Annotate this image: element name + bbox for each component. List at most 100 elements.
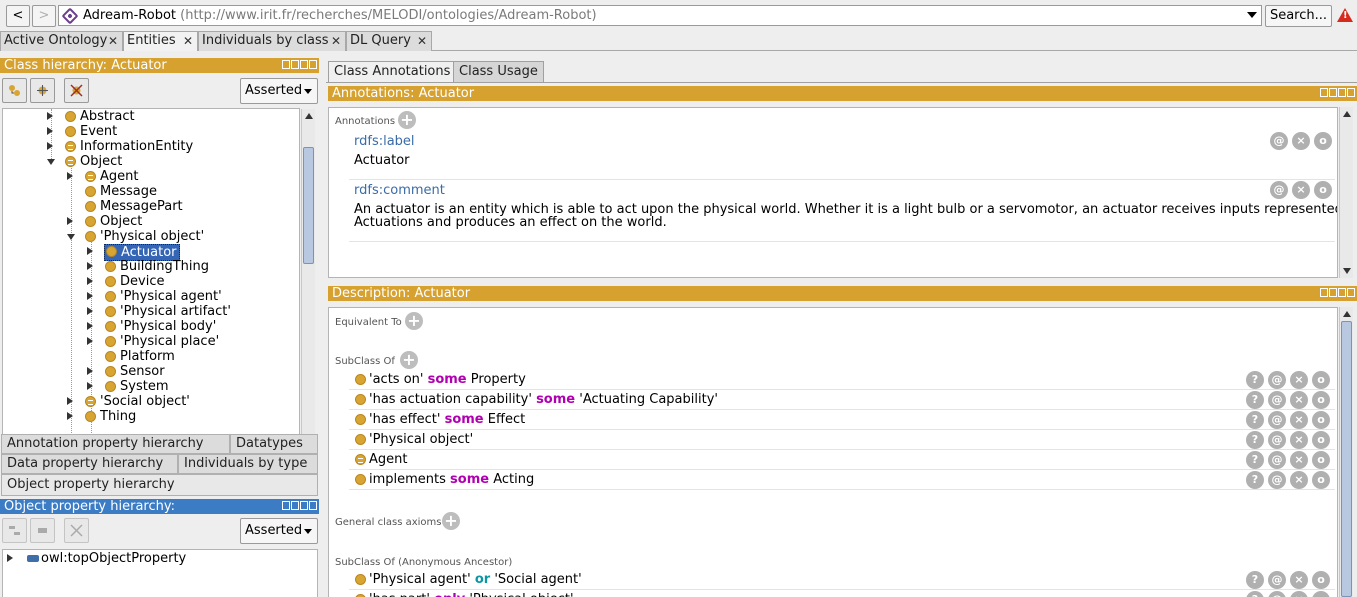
view-controls[interactable]	[282, 501, 317, 512]
annotations-scrollbar[interactable]	[1339, 107, 1353, 278]
description-scrollbar[interactable]	[1339, 307, 1353, 597]
scroll-up-icon[interactable]	[1343, 311, 1351, 317]
edit-icon[interactable]: o	[1312, 391, 1330, 409]
chevron-down-icon[interactable]	[1247, 12, 1257, 18]
axiom-row[interactable]: 'Physical agent' or 'Social agent'? @ × o	[329, 570, 1337, 590]
tab-class-usage[interactable]: Class Usage	[453, 61, 544, 82]
edit-icon[interactable]: o	[1314, 181, 1332, 199]
edit-icon[interactable]: o	[1312, 411, 1330, 429]
delete-icon[interactable]: ×	[1290, 451, 1308, 469]
explain-icon[interactable]: ?	[1246, 471, 1264, 489]
delete-property-button[interactable]	[64, 518, 89, 543]
tab-class-annotations[interactable]: Class Annotations	[328, 61, 457, 82]
tab-individuals-by-type[interactable]: Individuals by type	[178, 454, 318, 474]
annotation-property[interactable]: rdfs:label	[354, 134, 415, 149]
delete-icon[interactable]: ×	[1290, 391, 1308, 409]
delete-icon[interactable]: ×	[1290, 411, 1308, 429]
scroll-up-icon[interactable]	[1343, 111, 1351, 117]
defined-class-icon	[65, 141, 76, 152]
view-controls[interactable]	[1320, 288, 1355, 299]
back-button[interactable]: <	[6, 5, 30, 27]
axiom-row[interactable]: 'has part' only 'Physical object'? @ × o	[329, 590, 1337, 597]
object-property-icon	[27, 555, 39, 562]
anonymous-ancestor-label: SubClass Of (Anonymous Ancestor)	[335, 557, 513, 568]
edit-icon[interactable]: o	[1312, 571, 1330, 589]
edit-icon[interactable]: o	[1312, 371, 1330, 389]
hierarchy-mode-select[interactable]: Asserted	[240, 78, 318, 104]
edit-icon[interactable]: o	[1312, 451, 1330, 469]
explain-icon[interactable]: ?	[1246, 431, 1264, 449]
close-icon[interactable]: ✕	[183, 32, 193, 50]
edit-icon[interactable]: o	[1312, 431, 1330, 449]
delete-icon[interactable]: ×	[1290, 371, 1308, 389]
tab-annotation-property-hierarchy[interactable]: Annotation property hierarchy	[1, 434, 230, 454]
explain-icon[interactable]: ?	[1246, 371, 1264, 389]
search-button[interactable]: Search...	[1265, 5, 1332, 27]
add-general-axiom-button[interactable]: +	[442, 512, 460, 530]
annotate-icon[interactable]: @	[1268, 431, 1286, 449]
tree-scrollbar[interactable]	[301, 109, 315, 476]
annotate-icon[interactable]: @	[1268, 411, 1286, 429]
tab-active-ontology[interactable]: Active Ontology ✕	[0, 31, 123, 51]
explain-icon[interactable]: ?	[1246, 451, 1264, 469]
tab-datatypes[interactable]: Datatypes	[230, 434, 318, 454]
annotate-icon[interactable]: @	[1270, 181, 1288, 199]
annotate-icon[interactable]: @	[1268, 471, 1286, 489]
delete-class-button[interactable]	[64, 78, 89, 103]
explain-icon[interactable]: ?	[1246, 591, 1264, 597]
add-subproperty-button[interactable]	[2, 518, 27, 543]
annotation-value: Actuator	[354, 153, 410, 168]
add-superclass-button[interactable]: +	[400, 351, 418, 369]
delete-icon[interactable]: ×	[1292, 132, 1310, 150]
scroll-thumb[interactable]	[303, 147, 314, 264]
delete-icon[interactable]: ×	[1290, 591, 1308, 597]
annotate-icon[interactable]: @	[1268, 451, 1286, 469]
warning-icon[interactable]: !	[1337, 8, 1353, 22]
view-controls[interactable]	[1320, 88, 1355, 99]
class-icon	[105, 381, 116, 392]
annotation-property[interactable]: rdfs:comment	[354, 183, 445, 198]
axiom-row[interactable]: 'acts on' some Property? @ × o	[329, 370, 1337, 390]
class-icon	[355, 374, 366, 385]
explain-icon[interactable]: ?	[1246, 411, 1264, 429]
annotate-icon[interactable]: @	[1268, 571, 1286, 589]
tab-individuals-by-class[interactable]: Individuals by class ✕	[198, 31, 346, 51]
scroll-up-icon[interactable]	[305, 113, 313, 119]
axiom-row[interactable]: Agent? @ × o	[329, 450, 1337, 470]
axiom-row[interactable]: implements some Acting? @ × o	[329, 470, 1337, 490]
forward-button[interactable]: >	[32, 5, 56, 27]
scroll-down-icon[interactable]	[1343, 268, 1351, 274]
close-icon[interactable]: ✕	[331, 32, 341, 50]
delete-icon[interactable]: ×	[1290, 431, 1308, 449]
add-annotation-button[interactable]: +	[398, 111, 416, 129]
edit-icon[interactable]: o	[1312, 591, 1330, 597]
tab-dl-query[interactable]: DL Query ✕	[346, 31, 432, 51]
property-mode-select[interactable]: Asserted	[240, 518, 318, 544]
close-icon[interactable]: ✕	[417, 32, 427, 50]
ontology-selector[interactable]: Adream-Robot (http://www.irit.fr/recherc…	[58, 5, 1262, 26]
delete-icon[interactable]: ×	[1292, 181, 1310, 199]
add-sibling-property-button[interactable]	[30, 518, 55, 543]
axiom-row[interactable]: 'has actuation capability' some 'Actuati…	[329, 390, 1337, 410]
annotate-icon[interactable]: @	[1268, 591, 1286, 597]
scroll-thumb[interactable]	[1341, 321, 1352, 597]
tab-data-property-hierarchy[interactable]: Data property hierarchy	[1, 454, 178, 474]
annotate-icon[interactable]: @	[1268, 371, 1286, 389]
explain-icon[interactable]: ?	[1246, 391, 1264, 409]
add-subclass-button[interactable]	[2, 78, 27, 103]
tab-object-property-hierarchy[interactable]: Object property hierarchy	[1, 474, 318, 496]
view-controls[interactable]	[282, 60, 317, 71]
tab-entities[interactable]: Entities ✕	[123, 31, 198, 51]
annotate-icon[interactable]: @	[1270, 132, 1288, 150]
delete-icon[interactable]: ×	[1290, 571, 1308, 589]
close-icon[interactable]: ✕	[108, 32, 118, 50]
annotate-icon[interactable]: @	[1268, 391, 1286, 409]
edit-icon[interactable]: o	[1312, 471, 1330, 489]
edit-icon[interactable]: o	[1314, 132, 1332, 150]
explain-icon[interactable]: ?	[1246, 571, 1264, 589]
add-equivalent-button[interactable]: +	[405, 312, 423, 330]
axiom-row[interactable]: 'has effect' some Effect? @ × o	[329, 410, 1337, 430]
delete-icon[interactable]: ×	[1290, 471, 1308, 489]
add-sibling-button[interactable]	[30, 78, 55, 103]
axiom-row[interactable]: 'Physical object'? @ × o	[329, 430, 1337, 450]
